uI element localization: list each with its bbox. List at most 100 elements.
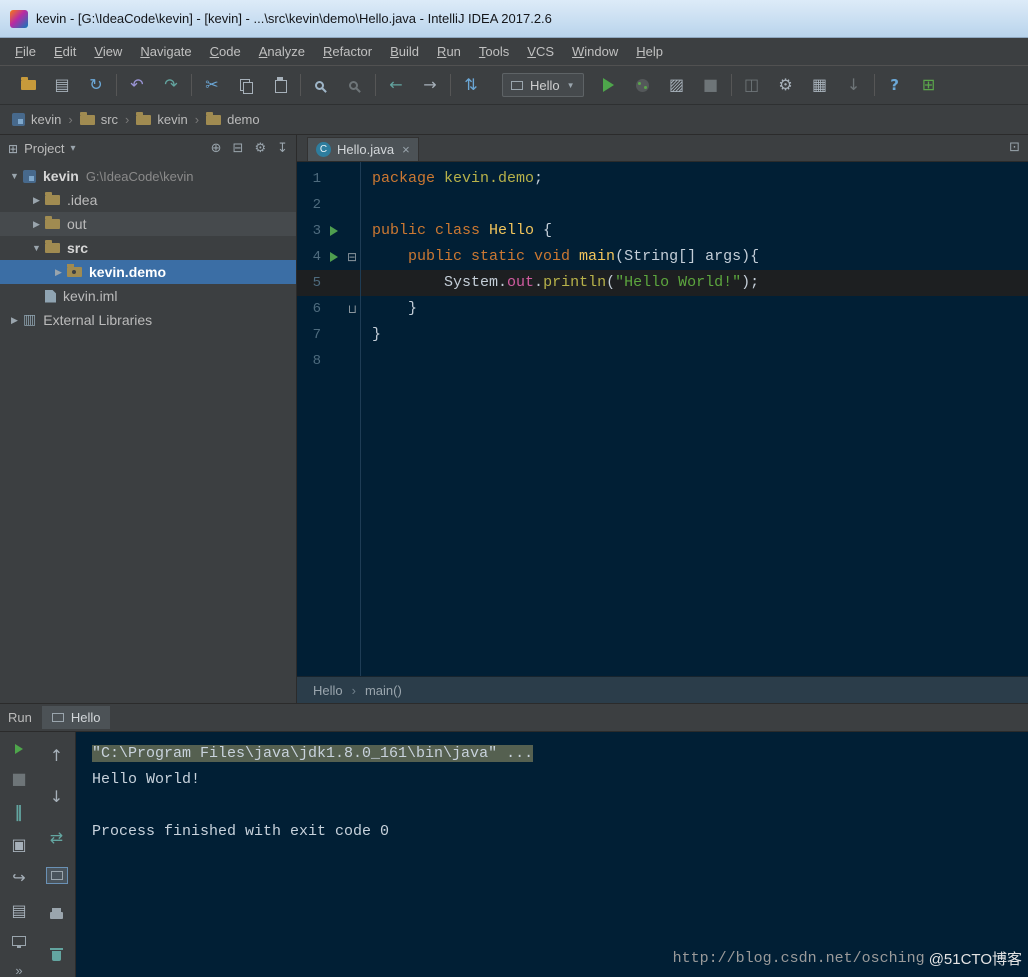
dump-threads-button[interactable]: ▣: [10, 837, 28, 853]
run-config-select[interactable]: Hello ▼: [502, 73, 584, 97]
redo-button[interactable]: ↷: [162, 73, 180, 97]
hide-panel-icon[interactable]: ↧: [277, 142, 288, 155]
project-structure-button[interactable]: ⚙: [777, 73, 795, 97]
run-panel-body: ■ ‖ ▣ ↪ ▤ » ↑ ↓ ⇄ "C:\Program Files\java…: [0, 732, 1028, 977]
exit-button[interactable]: ↪: [10, 870, 28, 886]
tree-toggle-icon[interactable]: ▶: [28, 219, 45, 230]
paste-button[interactable]: [271, 73, 289, 97]
tree-item-out[interactable]: ▶out: [0, 212, 296, 236]
menu-file[interactable]: File: [6, 40, 45, 63]
tab-options-icon[interactable]: ⊡: [1009, 141, 1020, 154]
menu-analyze[interactable]: Analyze: [250, 40, 314, 63]
code-line-3[interactable]: 3public class Hello {: [297, 218, 1028, 244]
run-button[interactable]: [600, 73, 618, 97]
save-all-button[interactable]: ▤: [53, 73, 71, 97]
help-button[interactable]: ?: [886, 73, 904, 97]
tree-toggle-icon[interactable]: ▼: [6, 171, 23, 181]
console-line-4[interactable]: Process finished with exit code 0: [92, 819, 1028, 845]
print-button[interactable]: [48, 901, 66, 925]
code-line-7[interactable]: 7}: [297, 322, 1028, 348]
modules-button[interactable]: ▦: [811, 73, 829, 97]
code-editor[interactable]: 1package kevin.demo;23public class Hello…: [297, 162, 1028, 676]
breadcrumb-method[interactable]: main(): [365, 683, 402, 698]
open-button[interactable]: [19, 73, 37, 97]
menu-edit[interactable]: Edit: [45, 40, 85, 63]
fold-marker-icon[interactable]: ⊟: [347, 251, 357, 263]
debug-button[interactable]: [634, 73, 652, 97]
stop-button[interactable]: ■: [702, 73, 720, 97]
replace-button[interactable]: [346, 73, 364, 97]
scroll-to-end-button[interactable]: [46, 867, 68, 884]
pause-output-button[interactable]: ‖: [10, 804, 28, 820]
menu-vcs[interactable]: VCS: [518, 40, 563, 63]
back-button[interactable]: ←: [387, 73, 405, 97]
forward-button[interactable]: →: [421, 73, 439, 97]
project-panel-title[interactable]: Project: [24, 141, 64, 156]
menu-build[interactable]: Build: [381, 40, 428, 63]
restore-layout-button[interactable]: ▤: [10, 903, 28, 919]
code-line-5[interactable]: 5 System.out.println("Hello World!");: [297, 270, 1028, 296]
nav-item-src-1[interactable]: src: [80, 112, 118, 127]
console-output[interactable]: "C:\Program Files\java\jdk1.8.0_161\bin\…: [76, 732, 1028, 977]
tree-toggle-icon[interactable]: ▶: [28, 195, 45, 206]
clear-all-button[interactable]: [48, 942, 66, 966]
tree-toggle-icon[interactable]: ▼: [28, 243, 45, 253]
collapse-all-icon[interactable]: ⊟: [233, 142, 244, 155]
nav-item-kevin-2[interactable]: kevin: [136, 112, 187, 127]
up-stack-trace-button[interactable]: ↑: [48, 744, 66, 768]
settings-monitor-button[interactable]: [10, 936, 28, 946]
nav-item-kevin-0[interactable]: kevin: [12, 112, 61, 127]
coverage-button[interactable]: ▨: [668, 73, 686, 97]
menu-refactor[interactable]: Refactor: [314, 40, 381, 63]
menu-navigate[interactable]: Navigate: [131, 40, 200, 63]
tab-hello-java[interactable]: C Hello.java ×: [307, 137, 419, 161]
menu-help[interactable]: Help: [627, 40, 672, 63]
find-button[interactable]: [312, 73, 330, 97]
sort-lines-button[interactable]: ⇅: [462, 73, 480, 97]
code-line-4[interactable]: 4⊟ public static void main(String[] args…: [297, 244, 1028, 270]
tree-item--idea[interactable]: ▶.idea: [0, 188, 296, 212]
fold-marker-icon[interactable]: ⊔: [348, 303, 357, 315]
nav-item-demo-3[interactable]: demo: [206, 112, 260, 127]
tree-item-src[interactable]: ▼src: [0, 236, 296, 260]
gear-icon[interactable]: ⚙: [254, 142, 266, 155]
run-gutter-icon[interactable]: [330, 226, 338, 236]
console-line-3[interactable]: [92, 793, 1028, 819]
tree-item-external-libraries[interactable]: ▶▥External Libraries: [0, 308, 296, 332]
scroll-from-source-icon[interactable]: ⊕: [211, 142, 222, 155]
down-stack-trace-button[interactable]: ↓: [48, 785, 66, 809]
close-icon[interactable]: ×: [402, 142, 410, 157]
menu-view[interactable]: View: [85, 40, 131, 63]
rerun-button[interactable]: [10, 744, 28, 754]
menu-run[interactable]: Run: [428, 40, 470, 63]
vcs-update-button[interactable]: ↓: [845, 73, 863, 97]
menu-code[interactable]: Code: [201, 40, 250, 63]
tree-item-kevin[interactable]: ▼kevinG:\IdeaCode\kevin: [0, 164, 296, 188]
tree-item-kevin-demo[interactable]: ▶kevin.demo: [0, 260, 296, 284]
run-gutter-icon[interactable]: [330, 252, 338, 262]
ide-settings-button[interactable]: ⊞: [920, 73, 938, 97]
menu-tools[interactable]: Tools: [470, 40, 518, 63]
synchronize-button[interactable]: ↻: [87, 73, 105, 97]
open-in-button[interactable]: ◫: [743, 73, 761, 97]
code-line-1[interactable]: 1package kevin.demo;: [297, 166, 1028, 192]
chevron-down-icon[interactable]: ▾: [71, 143, 76, 154]
copy-button[interactable]: [237, 73, 255, 97]
stop-process-button[interactable]: ■: [10, 771, 28, 787]
menu-window[interactable]: Window: [563, 40, 627, 63]
undo-button[interactable]: ↶: [128, 73, 146, 97]
console-line-2[interactable]: Hello World!: [92, 767, 1028, 793]
code-line-2[interactable]: 2: [297, 192, 1028, 218]
tree-item-kevin-iml[interactable]: kevin.iml: [0, 284, 296, 308]
run-window-label[interactable]: Run: [8, 710, 32, 725]
cut-button[interactable]: ✂: [203, 73, 221, 97]
tree-toggle-icon[interactable]: ▶: [6, 315, 23, 326]
more-actions-chevron[interactable]: »: [15, 963, 22, 977]
code-line-8[interactable]: 8: [297, 348, 1028, 374]
soft-wrap-button[interactable]: ⇄: [48, 826, 66, 850]
code-line-6[interactable]: 6⊔ }: [297, 296, 1028, 322]
console-line-1[interactable]: "C:\Program Files\java\jdk1.8.0_161\bin\…: [92, 741, 1028, 767]
run-tab-hello[interactable]: Hello: [42, 706, 111, 729]
tree-toggle-icon[interactable]: ▶: [50, 267, 67, 278]
breadcrumb-class[interactable]: Hello: [313, 683, 343, 698]
